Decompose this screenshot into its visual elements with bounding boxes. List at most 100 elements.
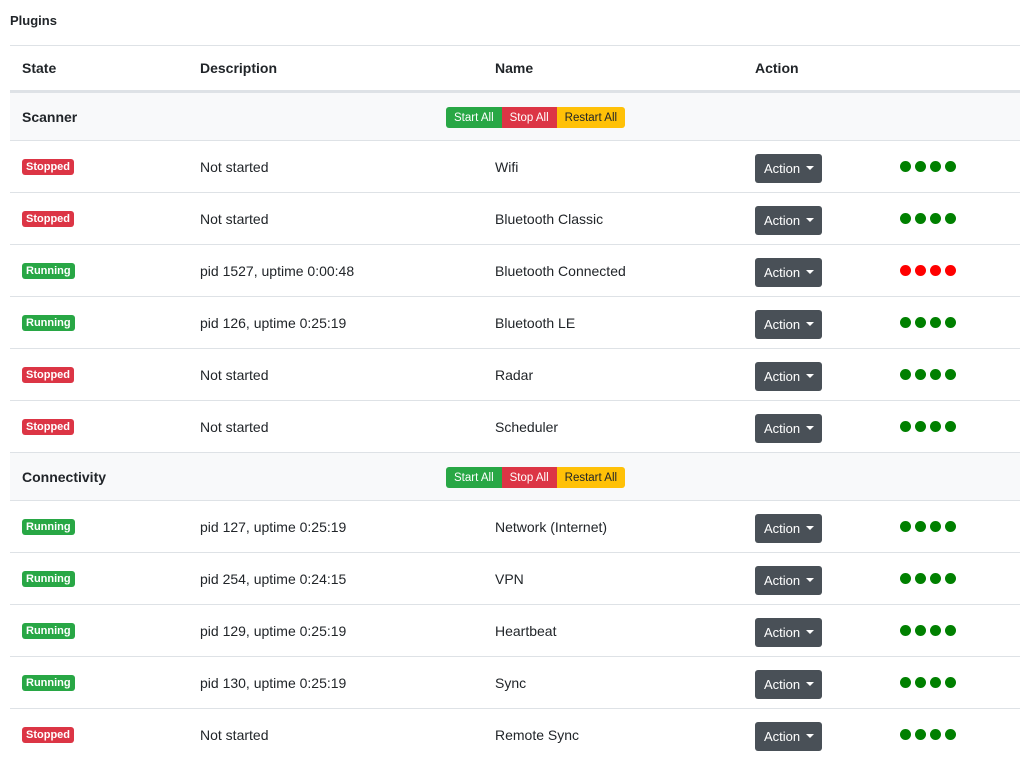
health-indicators xyxy=(900,317,956,328)
status-dot-icon xyxy=(945,265,956,276)
action-dropdown-button[interactable]: Action xyxy=(755,565,823,595)
plugin-description: Not started xyxy=(200,158,269,175)
plugin-description: pid 129, uptime 0:25:19 xyxy=(200,622,347,639)
status-dot-icon xyxy=(930,573,941,584)
plugins-table: State Description Name Action Scanner St… xyxy=(10,45,1020,760)
status-dot-icon xyxy=(945,213,956,224)
plugin-description: Not started xyxy=(200,418,269,435)
status-dot-icon xyxy=(900,521,911,532)
health-indicators xyxy=(900,677,956,688)
status-dot-icon xyxy=(945,729,956,740)
status-dot-icon xyxy=(900,369,911,380)
status-dot-icon xyxy=(900,421,911,432)
stop-all-button[interactable]: Stop All xyxy=(501,107,557,128)
action-button-label: Action xyxy=(764,572,801,588)
action-button-label: Action xyxy=(764,624,801,640)
status-dot-icon xyxy=(930,677,941,688)
table-row: Stopped Not started Bluetooth Classic Ac… xyxy=(10,192,1020,244)
table-body: Scanner Start All Stop All Restart All S… xyxy=(10,92,1020,760)
table-row: Stopped Not started Wifi Action xyxy=(10,140,1020,192)
column-header-name: Name xyxy=(495,60,534,76)
group-button-group: Start All Stop All Restart All xyxy=(446,107,626,128)
status-dot-icon xyxy=(915,421,926,432)
action-button-label: Action xyxy=(764,160,801,176)
action-button-label: Action xyxy=(764,420,801,436)
status-badge: Stopped xyxy=(22,418,74,435)
column-header-action: Action xyxy=(755,60,799,76)
action-button-label: Action xyxy=(764,676,801,692)
status-badge: Running xyxy=(22,622,75,639)
status-dot-icon xyxy=(915,265,926,276)
status-dot-icon xyxy=(900,625,911,636)
status-badge: Stopped xyxy=(22,726,74,743)
group-button-group: Start All Stop All Restart All xyxy=(446,467,626,488)
action-dropdown-button[interactable]: Action xyxy=(755,513,823,543)
table-row: Running pid 254, uptime 0:24:15 VPN Acti… xyxy=(10,552,1020,604)
health-indicators xyxy=(900,521,956,532)
start-all-button[interactable]: Start All xyxy=(446,107,502,128)
group-label: Scanner xyxy=(22,108,78,125)
plugin-name: Remote Sync xyxy=(495,726,580,743)
status-dot-icon xyxy=(945,625,956,636)
action-dropdown-button[interactable]: Action xyxy=(755,669,823,699)
start-all-button[interactable]: Start All xyxy=(446,467,502,488)
plugin-name: Bluetooth Classic xyxy=(495,210,604,227)
status-dot-icon xyxy=(900,677,911,688)
status-dot-icon xyxy=(915,161,926,172)
action-dropdown-button[interactable]: Action xyxy=(755,153,823,183)
caret-down-icon xyxy=(806,322,815,326)
action-button-label: Action xyxy=(764,728,801,744)
status-badge: Running xyxy=(22,314,75,331)
plugin-name: Bluetooth LE xyxy=(495,314,576,331)
plugin-description: pid 1527, uptime 0:00:48 xyxy=(200,262,355,279)
table-row: Running pid 126, uptime 0:25:19 Bluetoot… xyxy=(10,296,1020,348)
stop-all-button[interactable]: Stop All xyxy=(501,467,557,488)
plugin-name: Radar xyxy=(495,366,534,383)
health-indicators xyxy=(900,421,956,432)
action-dropdown-button[interactable]: Action xyxy=(755,309,823,339)
plugin-description: Not started xyxy=(200,210,269,227)
caret-down-icon xyxy=(806,218,815,222)
plugin-name: Scheduler xyxy=(495,418,559,435)
status-badge: Stopped xyxy=(22,210,74,227)
status-dot-icon xyxy=(915,625,926,636)
action-button-label: Action xyxy=(764,520,801,536)
status-badge: Stopped xyxy=(22,366,74,383)
plugin-description: Not started xyxy=(200,366,269,383)
status-dot-icon xyxy=(930,521,941,532)
status-dot-icon xyxy=(930,265,941,276)
action-button-label: Action xyxy=(764,368,801,384)
action-dropdown-button[interactable]: Action xyxy=(755,413,823,443)
column-header-description: Description xyxy=(200,60,278,76)
action-dropdown-button[interactable]: Action xyxy=(755,617,823,647)
table-row: Stopped Not started Scheduler Action xyxy=(10,400,1020,452)
status-dot-icon xyxy=(915,213,926,224)
table-row: Stopped Not started Remote Sync Action xyxy=(10,708,1020,760)
status-badge: Stopped xyxy=(22,158,74,175)
status-dot-icon xyxy=(945,573,956,584)
action-dropdown-button[interactable]: Action xyxy=(755,257,823,287)
status-dot-icon xyxy=(930,421,941,432)
status-dot-icon xyxy=(945,677,956,688)
table-row: Stopped Not started Radar Action xyxy=(10,348,1020,400)
plugin-name: Bluetooth Connected xyxy=(495,262,626,279)
group-row: Connectivity Start All Stop All Restart … xyxy=(10,452,1020,500)
status-dot-icon xyxy=(915,521,926,532)
health-indicators xyxy=(900,573,956,584)
action-dropdown-button[interactable]: Action xyxy=(755,721,823,751)
restart-all-button[interactable]: Restart All xyxy=(556,467,626,488)
status-dot-icon xyxy=(900,729,911,740)
status-badge: Running xyxy=(22,262,75,279)
action-dropdown-button[interactable]: Action xyxy=(755,205,823,235)
status-dot-icon xyxy=(945,161,956,172)
status-dot-icon xyxy=(915,369,926,380)
action-dropdown-button[interactable]: Action xyxy=(755,361,823,391)
restart-all-button[interactable]: Restart All xyxy=(556,107,626,128)
action-button-label: Action xyxy=(764,212,801,228)
caret-down-icon xyxy=(806,270,815,274)
table-header: State Description Name Action xyxy=(10,45,1020,92)
plugin-name: Network (Internet) xyxy=(495,518,608,535)
status-badge: Running xyxy=(22,518,75,535)
health-indicators xyxy=(900,625,956,636)
status-dot-icon xyxy=(930,213,941,224)
